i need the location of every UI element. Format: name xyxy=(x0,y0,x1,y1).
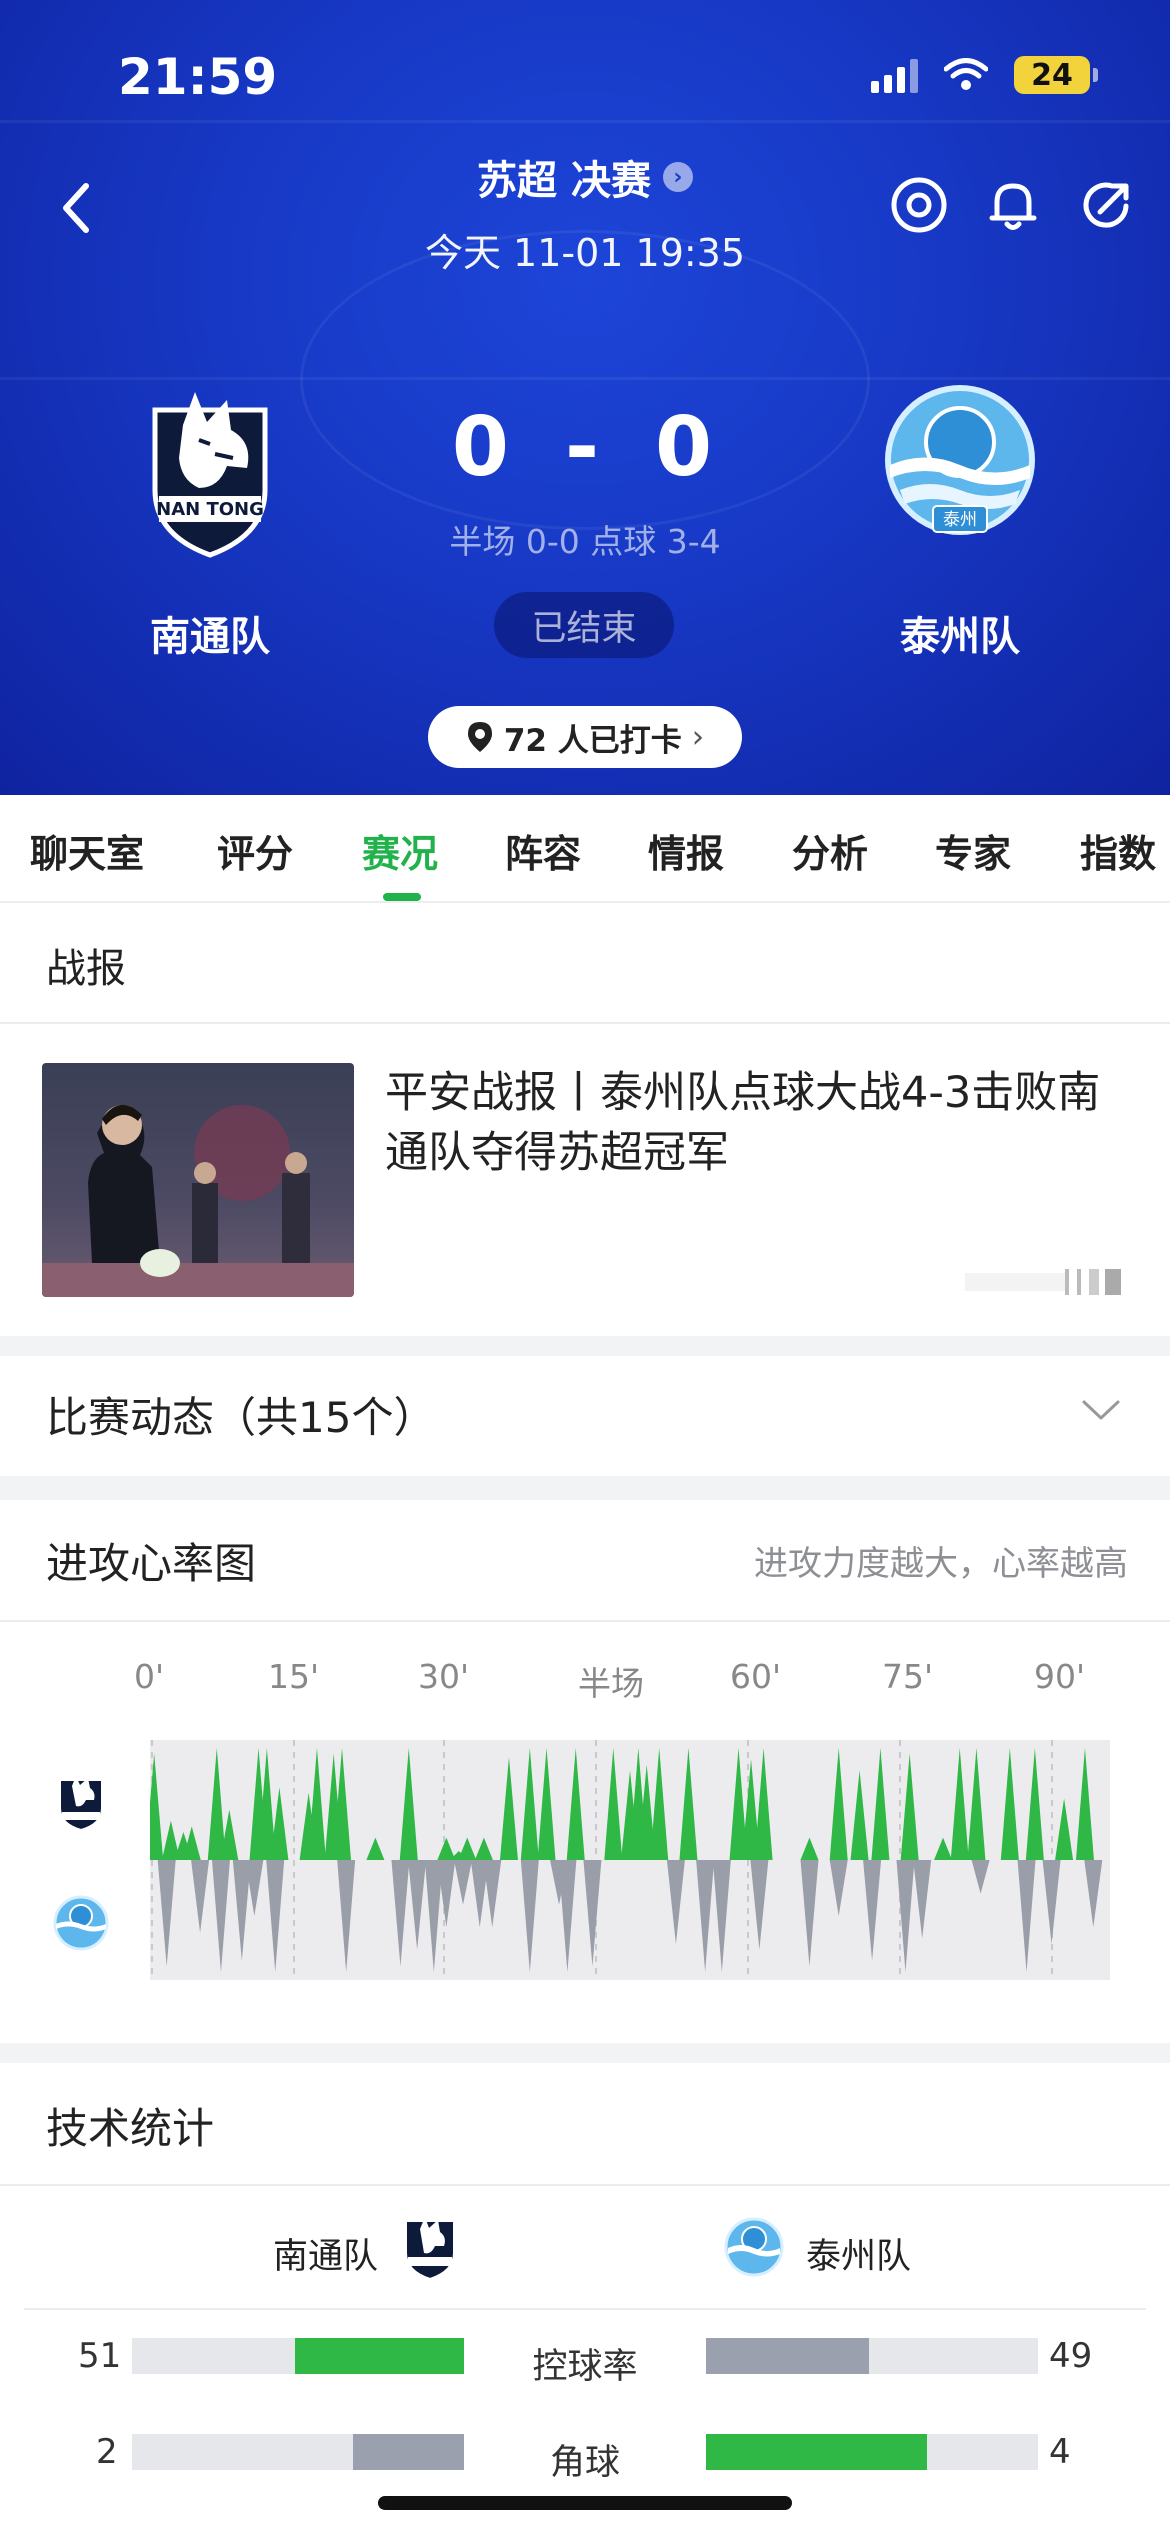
away-score: 0 xyxy=(655,400,719,495)
tick-label: 90' xyxy=(1034,1657,1086,1696)
divider xyxy=(0,1022,1170,1024)
tick-label: 15' xyxy=(268,1657,320,1696)
home-score: 0 xyxy=(451,400,515,495)
status-bar-time: 21:59 xyxy=(118,48,278,106)
away-team[interactable]: 泰州 泰州队 xyxy=(850,370,1070,662)
tick-label: 30' xyxy=(418,1657,470,1696)
divider xyxy=(24,2308,1146,2310)
stat-home-value: 51 xyxy=(78,2336,122,2376)
tab-match-status[interactable]: 赛况 xyxy=(362,823,438,878)
tab-bar: 聊天室 评分 赛况 阵容 情报 分析 专家 指数 xyxy=(0,795,1170,903)
tick-label: 半场 xyxy=(578,1664,644,1703)
stat-away-bar-fill xyxy=(706,2434,927,2470)
header-actions xyxy=(890,176,1136,234)
attack-heartrate-title: 进攻心率图 xyxy=(46,1539,257,1588)
divider xyxy=(0,2184,1170,2186)
tick-label: 60' xyxy=(730,1657,782,1696)
stat-away-bar xyxy=(706,2338,1038,2374)
news-source-icon xyxy=(965,1269,1121,1295)
stat-home-bar xyxy=(132,2338,464,2374)
tick-label: 0' xyxy=(134,1657,165,1696)
section-gap xyxy=(0,1336,1170,1356)
match-events-title[interactable]: 比赛动态（共15个） xyxy=(46,1384,435,1445)
match-header: 21:59 24 苏超 决赛 › 今天 11-01 19:35 NAN TONG… xyxy=(0,0,1170,795)
match-status-badge: 已结束 xyxy=(494,592,674,658)
news-thumbnail[interactable] xyxy=(42,1063,354,1297)
home-team-name: 南通队 xyxy=(150,614,270,660)
tab-odds[interactable]: 指数 xyxy=(1080,823,1156,878)
stat-home-value: 2 xyxy=(96,2432,118,2472)
stat-away-bar xyxy=(706,2434,1038,2470)
stat-home-bar-fill xyxy=(295,2338,464,2374)
tech-away-team-name: 泰州队 xyxy=(806,2237,912,2277)
away-team-logo: 泰州 xyxy=(885,385,1035,535)
news-photo-goalkeeper xyxy=(42,1063,354,1297)
stat-away-value: 4 xyxy=(1049,2432,1071,2472)
home-team-mini-logo xyxy=(59,1776,103,1832)
tab-experts[interactable]: 专家 xyxy=(935,823,1011,878)
away-logo-text: 泰州 xyxy=(943,510,977,530)
tech-stats-title: 技术统计 xyxy=(46,2104,215,2153)
live-target-icon[interactable] xyxy=(890,176,948,234)
stat-label: 角球 xyxy=(549,2443,620,2483)
stat-away-bar-fill xyxy=(706,2338,869,2374)
chevron-down-icon[interactable] xyxy=(1080,1394,1122,1424)
location-pin-icon xyxy=(467,722,492,752)
tab-lineup[interactable]: 阵容 xyxy=(505,823,581,878)
section-gap xyxy=(0,2043,1170,2063)
tab-analysis[interactable]: 分析 xyxy=(792,823,868,878)
tick-label: 75' xyxy=(882,1657,934,1696)
attack-heartrate-chart xyxy=(150,1740,1110,1980)
away-team-mini-logo xyxy=(53,1895,109,1951)
home-indicator xyxy=(378,2496,792,2510)
bell-icon[interactable] xyxy=(984,176,1042,234)
wifi-icon xyxy=(944,58,988,90)
away-team-name: 泰州队 xyxy=(900,614,1020,660)
away-team-mini-logo xyxy=(724,2217,784,2277)
competition-title[interactable]: 苏超 决赛 › xyxy=(477,148,693,206)
home-team-mini-logo xyxy=(405,2217,455,2281)
checkin-label: 72 人已打卡 xyxy=(503,722,682,759)
stat-away-value: 49 xyxy=(1049,2336,1093,2376)
tech-home-team-name: 南通队 xyxy=(273,2237,379,2277)
score-separator: - xyxy=(564,400,606,495)
active-tab-indicator xyxy=(383,893,421,901)
checkin-button[interactable]: 72 人已打卡 › xyxy=(428,706,742,768)
cellular-signal-icon xyxy=(871,57,918,93)
stat-home-bar xyxy=(132,2434,464,2470)
stat-label: 控球率 xyxy=(532,2347,638,2387)
battery-icon: 24 xyxy=(1014,56,1098,94)
news-headline[interactable]: 平安战报丨泰州队点球大战4-3击败南通队夺得苏超冠军 xyxy=(385,1063,1125,1183)
status-bar-icons: 24 xyxy=(871,56,1098,94)
divider xyxy=(0,1620,1170,1622)
report-section-title: 战报 xyxy=(46,946,126,992)
section-gap xyxy=(0,1476,1170,1500)
stat-home-bar-fill xyxy=(353,2434,464,2470)
share-icon[interactable] xyxy=(1078,176,1136,234)
chevron-right-icon: › xyxy=(662,162,693,192)
chevron-right-icon: › xyxy=(691,719,705,755)
competition-title-text: 苏超 决赛 xyxy=(477,158,651,204)
tab-chatroom[interactable]: 聊天室 xyxy=(30,823,144,878)
attack-heartrate-hint: 进攻力度越大，心率越高 xyxy=(754,1544,1128,1584)
tab-intel[interactable]: 情报 xyxy=(648,823,724,878)
tab-rating[interactable]: 评分 xyxy=(217,823,293,878)
